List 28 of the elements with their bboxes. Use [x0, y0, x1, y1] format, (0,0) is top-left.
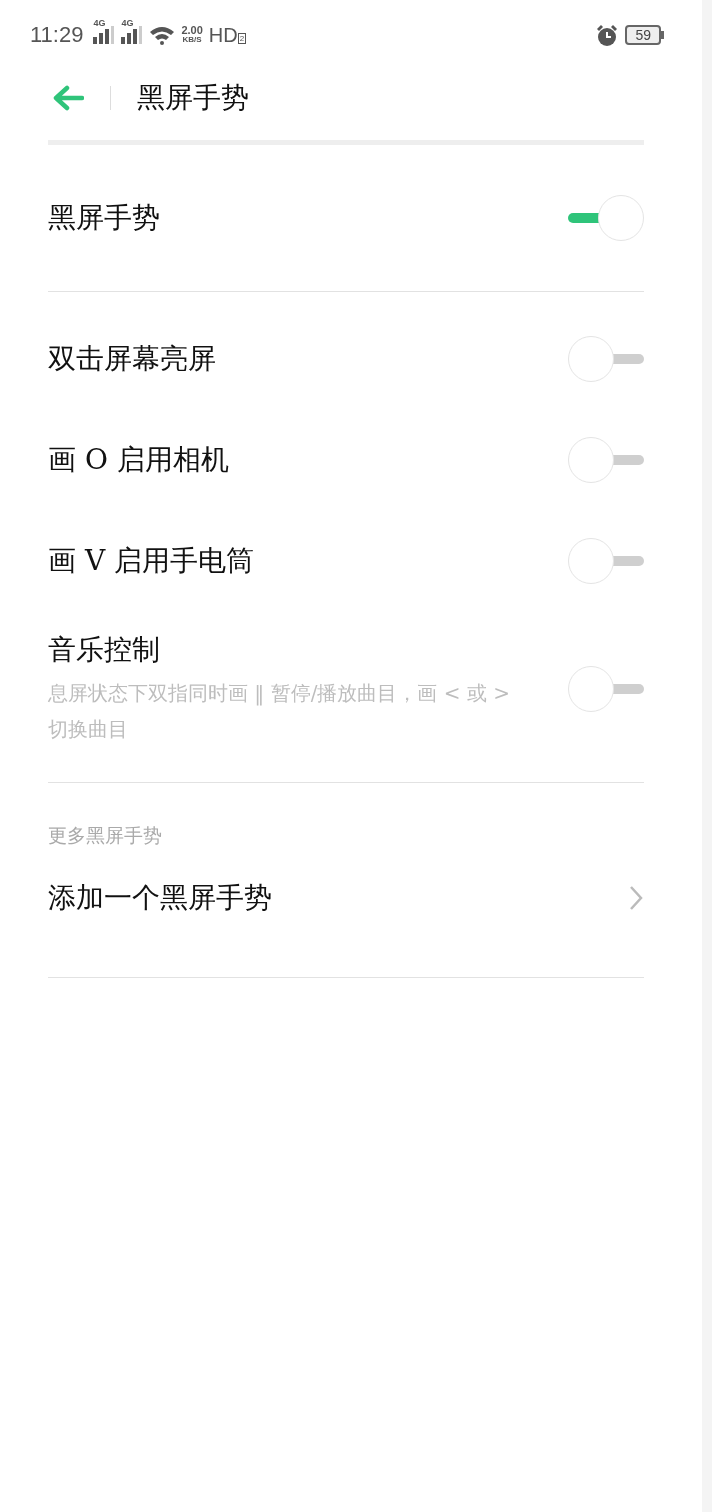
wifi-icon — [149, 25, 176, 45]
add-gesture-row[interactable]: 添加一个黑屏手势 — [48, 849, 644, 977]
network-label: 4G — [121, 18, 134, 28]
chevron-right-icon — [628, 884, 644, 912]
toggle-switch[interactable] — [568, 436, 644, 483]
toggle-switch[interactable] — [568, 665, 644, 712]
setting-description: 息屏状态下双指同时画 ‖ 暂停/播放曲目，画 < 或 > 切换曲目 — [48, 679, 512, 743]
hd-badge: 2 — [237, 33, 247, 44]
setting-label: 双击屏幕亮屏 — [48, 340, 216, 377]
setting-label: 画 O 启用相机 — [48, 441, 229, 478]
signal-icon — [121, 26, 144, 44]
page-title: 黑屏手势 — [137, 80, 249, 116]
toggle-switch[interactable] — [568, 195, 644, 241]
battery-level: 59 — [625, 25, 661, 45]
setting-label: 画 V 启用手电筒 — [48, 542, 255, 579]
network-label: 4G — [93, 18, 106, 28]
clock-time: 11:29 — [30, 22, 84, 48]
alarm-clock-icon — [595, 23, 620, 47]
toggle-switch[interactable] — [568, 537, 644, 584]
speed-unit: KB/S — [182, 35, 202, 45]
back-arrow-icon — [52, 85, 84, 111]
setting-label: 黑屏手势 — [48, 200, 160, 236]
signal-icon — [93, 26, 116, 44]
toggle-switch[interactable] — [568, 335, 644, 382]
section-header: 更多黑屏手势 — [48, 823, 163, 848]
setting-label: 音乐控制 — [48, 631, 161, 668]
speed-value: 2.00 — [181, 25, 203, 35]
hd-label: HD — [208, 23, 238, 47]
